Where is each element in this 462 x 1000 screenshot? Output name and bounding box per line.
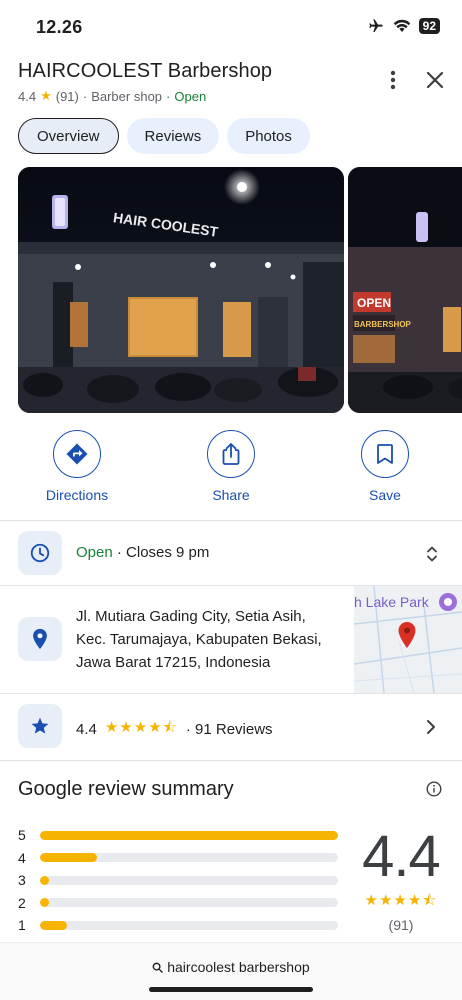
distribution-star: 1: [18, 917, 26, 934]
meta-separator: ·: [82, 88, 88, 104]
distribution-fill: [40, 920, 67, 930]
address-row[interactable]: Jl. Mutiara Gading City, Setia Asih, Kec…: [0, 586, 462, 694]
average-rating-block: 4.4 ★★★★⯪ (91): [356, 824, 446, 934]
average-rating: 4.4: [362, 824, 441, 889]
photo-carousel[interactable]: HAIR COOLEST OPEN BARBERSHOP: [18, 167, 462, 413]
map-label: h Lake Park: [354, 594, 430, 610]
distribution-star: 3: [18, 872, 26, 889]
clock-icon: [18, 531, 62, 575]
map-image: h Lake Park: [354, 586, 462, 694]
meta-separator: ·: [166, 88, 171, 104]
photo-storefront[interactable]: HAIR COOLEST: [18, 167, 344, 413]
status-time: 12.26: [36, 17, 83, 37]
airplane-icon: [368, 19, 383, 32]
save-button[interactable]: Save: [308, 430, 462, 510]
map-thumbnail[interactable]: h Lake Park: [354, 586, 462, 694]
tab-bar: Overview Reviews Photos: [18, 118, 310, 154]
tab-overview[interactable]: Overview: [18, 118, 119, 154]
battery-icon: 92: [418, 18, 440, 34]
close-icon[interactable]: [426, 71, 444, 89]
status-icons: 92: [367, 18, 440, 34]
average-stars: ★★★★⯪: [364, 892, 438, 909]
star-icon: ★: [40, 88, 52, 103]
storefront-photo-image: HAIR COOLEST: [18, 167, 344, 413]
address-line-3: Jawa Barat 17215, Indonesia: [76, 654, 271, 671]
share-label: Share: [212, 487, 250, 503]
distribution-track: [40, 875, 338, 885]
rating-row[interactable]: 4.4 ★★★★⯪ · 91 Reviews: [0, 704, 462, 750]
tab-photos[interactable]: Photos: [227, 118, 310, 154]
url-field[interactable]: haircoolest barbershop: [0, 959, 462, 975]
distribution-fill: [40, 830, 338, 840]
address-text: Jl. Mutiara Gading City, Setia Asih, Kec…: [76, 605, 322, 674]
rating-summary: 4.4 ★★★★⯪ · 91 Reviews: [76, 717, 273, 742]
distribution-track: [40, 898, 338, 908]
place-header: HAIRCOOLEST Barbershop 4.4 ★ (91) · Barb…: [18, 60, 444, 110]
distribution-track: [40, 830, 338, 840]
star-icon: [18, 704, 62, 748]
place-category: Barber shop: [91, 88, 163, 104]
divider: [0, 693, 462, 694]
status-bar: 12.26 92: [0, 0, 462, 56]
directions-button[interactable]: Directions: [0, 430, 154, 510]
open-sign: OPEN: [357, 296, 391, 310]
distribution-row: 1: [18, 914, 338, 937]
rating-stars: ★★★★⯪: [104, 719, 178, 736]
place-rating: 4.4: [18, 88, 37, 104]
divider: [0, 520, 462, 521]
photo-storefront-2[interactable]: OPEN BARBERSHOP: [348, 167, 462, 413]
header-actions: [390, 70, 444, 90]
distribution-row: 2: [18, 892, 338, 915]
distribution-fill: [40, 898, 49, 908]
reviews-count: · 91 Reviews: [185, 721, 273, 738]
hours-closes: · Closes 9 pm: [112, 544, 210, 561]
divider: [0, 760, 462, 761]
distribution-row: 5: [18, 824, 338, 847]
browser-address-bar[interactable]: haircoolest barbershop: [0, 942, 462, 1000]
place-title: HAIRCOOLEST Barbershop: [18, 60, 273, 82]
hours-row[interactable]: Open · Closes 9 pm: [0, 531, 462, 577]
search-icon: [152, 962, 164, 973]
chevron-right-icon[interactable]: [426, 719, 436, 735]
distribution-star: 5: [18, 827, 26, 844]
distribution-star: 4: [18, 849, 26, 866]
distribution-row: 3: [18, 869, 338, 892]
save-label: Save: [369, 487, 401, 503]
directions-icon: [53, 430, 101, 478]
distribution-star: 2: [18, 894, 26, 911]
address-line-1: Jl. Mutiara Gading City, Setia Asih,: [76, 608, 306, 625]
place-open-status: Open: [174, 88, 207, 104]
storefront-photo-2-image: OPEN BARBERSHOP: [348, 167, 462, 413]
distribution-row: 4: [18, 847, 338, 870]
bookmark-icon: [361, 430, 409, 478]
expand-icon[interactable]: [426, 545, 438, 563]
distribution-fill: [40, 875, 49, 885]
place-review-count: (91): [55, 88, 79, 104]
rating-distribution: 5 4 3 2 1: [18, 824, 338, 937]
tab-reviews[interactable]: Reviews: [126, 118, 220, 154]
home-indicator[interactable]: [149, 987, 313, 992]
address-line-2: Kec. Tarumajaya, Kabupaten Bekasi,: [76, 631, 322, 648]
info-icon[interactable]: [426, 781, 442, 797]
hours-open-status: Open: [76, 544, 113, 561]
share-icon: [207, 430, 255, 478]
distribution-track: [40, 920, 338, 930]
location-pin-icon: [18, 617, 62, 661]
barbershop-sign: BARBERSHOP: [354, 320, 412, 329]
distribution-track: [40, 853, 338, 863]
quick-actions: Directions Share Save: [0, 430, 462, 510]
place-meta: 4.4 ★ (91) · Barber shop · Open: [18, 88, 444, 104]
more-options-icon[interactable]: [390, 70, 396, 90]
hours-text: Open · Closes 9 pm: [76, 544, 209, 561]
directions-label: Directions: [45, 487, 109, 503]
rating-value: 4.4: [76, 721, 97, 738]
share-button[interactable]: Share: [154, 430, 308, 510]
url-text: haircoolest barbershop: [167, 959, 310, 975]
review-summary-title: Google review summary: [18, 778, 234, 800]
distribution-fill: [40, 853, 97, 863]
wifi-icon: [393, 19, 410, 32]
average-count: (91): [388, 917, 414, 933]
